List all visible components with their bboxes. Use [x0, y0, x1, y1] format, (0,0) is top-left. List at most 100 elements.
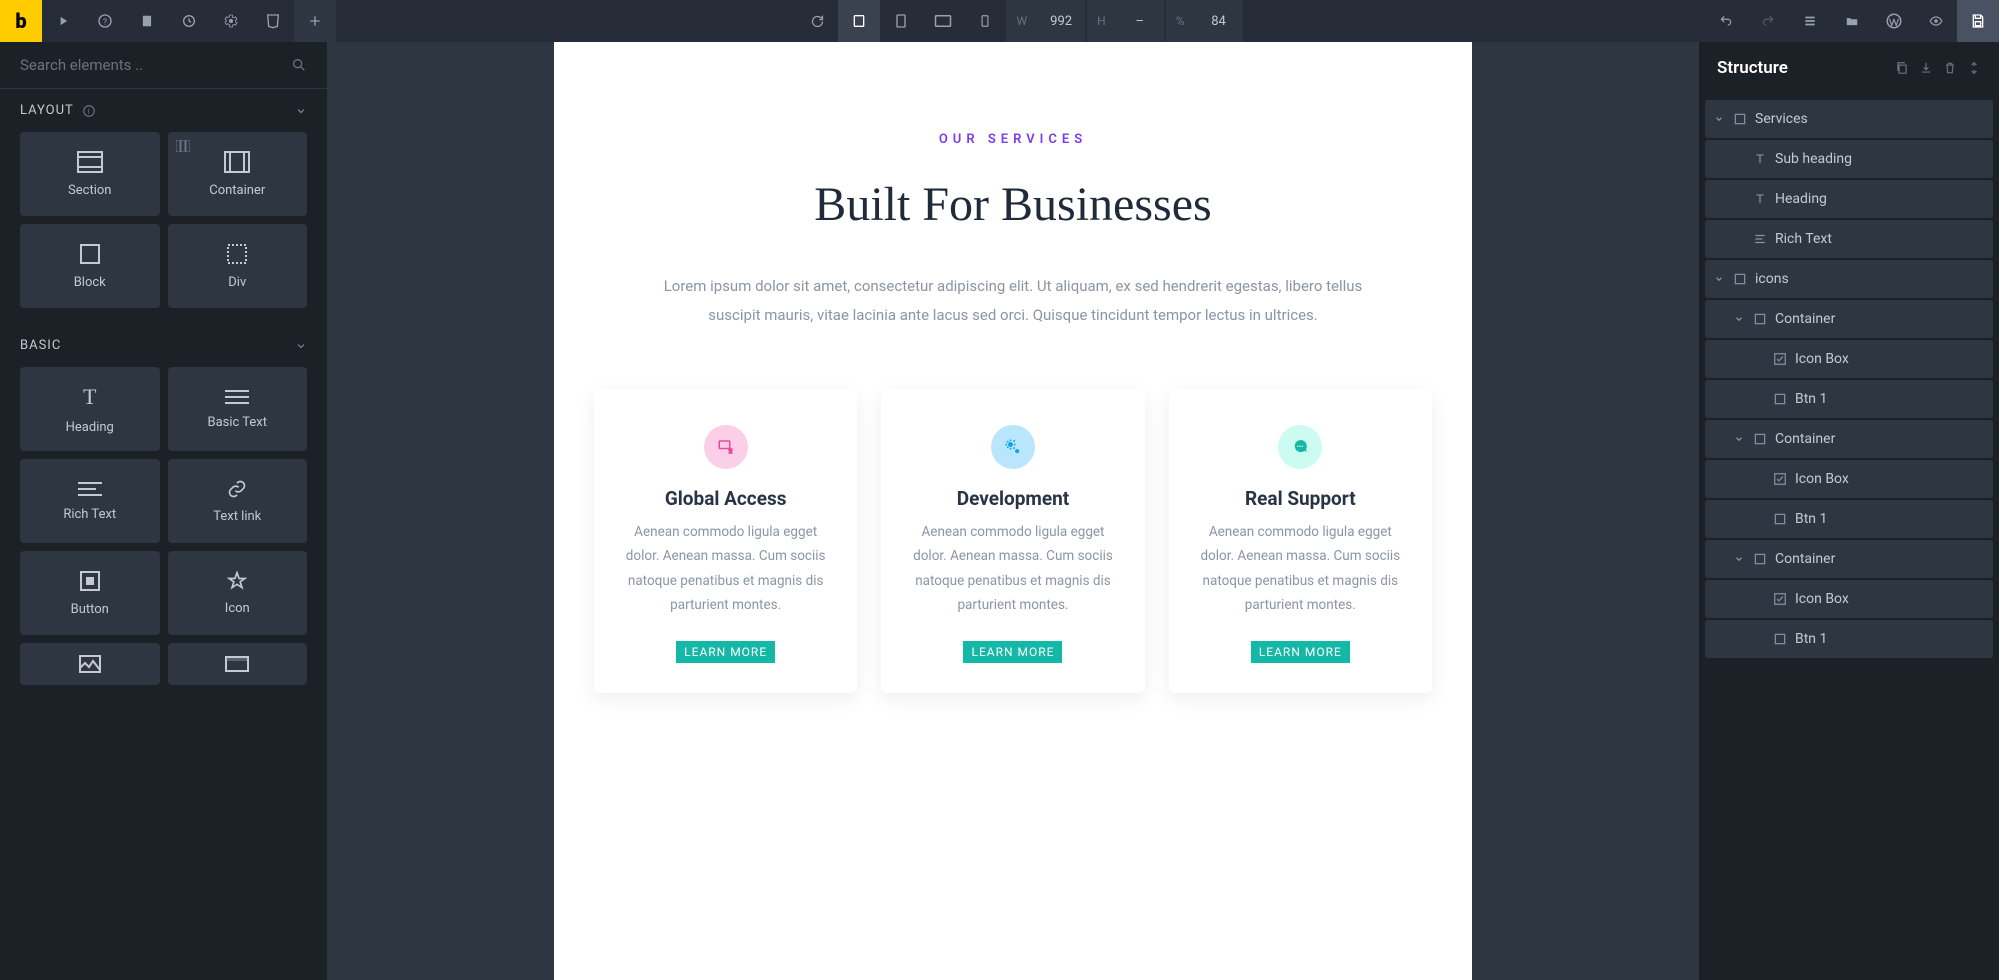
element-div[interactable]: Div [168, 224, 308, 308]
tree-node[interactable]: Rich Text [1705, 220, 1993, 258]
toggle-icon[interactable] [1731, 554, 1747, 564]
wordpress-button[interactable] [1873, 0, 1915, 42]
reload-button[interactable] [796, 0, 838, 42]
add-element-button[interactable] [294, 0, 336, 42]
element-block[interactable]: Block [20, 224, 160, 308]
link-icon [227, 479, 247, 499]
download-icon[interactable] [1919, 61, 1933, 75]
preview-button[interactable] [1915, 0, 1957, 42]
toggle-icon[interactable] [1711, 274, 1727, 284]
toggle-icon[interactable] [1731, 314, 1747, 324]
text-icon [225, 389, 249, 405]
redo-button[interactable] [1747, 0, 1789, 42]
node-label: icons [1755, 271, 1789, 287]
viewport-mobile[interactable] [964, 0, 1006, 42]
width-value[interactable]: 992 [1037, 0, 1085, 42]
play-button[interactable] [42, 0, 84, 42]
learn-more-button[interactable]: LEARN MORE [963, 641, 1062, 663]
eyebrow[interactable]: OUR SERVICES [594, 132, 1432, 147]
card-development[interactable]: Development Aenean commodo ligula egget … [881, 389, 1144, 693]
toggle-icon[interactable] [1731, 434, 1747, 444]
node-label: Btn 1 [1795, 631, 1827, 647]
tree-node[interactable]: Btn 1 [1705, 620, 1993, 658]
card-text: Aenean commodo ligula egget dolor. Aenea… [1195, 520, 1406, 617]
element-text-link[interactable]: Text link [168, 459, 308, 543]
category-basic[interactable]: BASIC [0, 324, 327, 367]
list-button[interactable] [1789, 0, 1831, 42]
node-label: Container [1775, 431, 1835, 447]
tree-node[interactable]: Icon Box [1705, 460, 1993, 498]
element-heading[interactable]: T Heading [20, 367, 160, 451]
category-label: LAYOUT [20, 103, 74, 118]
element-video[interactable] [168, 643, 308, 685]
expand-icon[interactable] [1967, 61, 1981, 75]
node-label: Btn 1 [1795, 511, 1827, 527]
hero-heading[interactable]: Built For Businesses [594, 177, 1432, 232]
undo-button[interactable] [1705, 0, 1747, 42]
node-type-icon [1729, 112, 1751, 126]
element-basic-text[interactable]: Basic Text [168, 367, 308, 451]
node-label: Btn 1 [1795, 391, 1827, 407]
element-container[interactable]: Container [168, 132, 308, 216]
div-icon [226, 243, 248, 265]
hero-paragraph[interactable]: Lorem ipsum dolor sit amet, consectetur … [643, 272, 1383, 329]
folder-button[interactable] [1831, 0, 1873, 42]
video-icon [225, 656, 249, 672]
gears-icon [991, 425, 1035, 469]
tree-node[interactable]: Services [1705, 100, 1993, 138]
copy-icon[interactable] [1895, 61, 1909, 75]
card-text: Aenean commodo ligula egget dolor. Aenea… [907, 520, 1118, 617]
tree-node[interactable]: Sub heading [1705, 140, 1993, 178]
history-button[interactable] [168, 0, 210, 42]
card-global-access[interactable]: Global Access Aenean commodo ligula egge… [594, 389, 857, 693]
search-input[interactable] [20, 56, 291, 74]
element-button[interactable]: Button [20, 551, 160, 635]
viewport-desktop[interactable] [838, 0, 880, 42]
canvas[interactable]: OUR SERVICES Built For Businesses Lorem … [327, 42, 1699, 980]
pages-button[interactable] [126, 0, 168, 42]
node-type-icon [1749, 432, 1771, 446]
height-value[interactable]: – [1116, 0, 1164, 42]
card-title: Real Support [1195, 487, 1406, 510]
tree-node[interactable]: icons [1705, 260, 1993, 298]
settings-button[interactable] [210, 0, 252, 42]
zoom-value[interactable]: 84 [1195, 0, 1243, 42]
logo[interactable]: b [0, 0, 42, 42]
toggle-icon[interactable] [1711, 114, 1727, 124]
node-label: Icon Box [1795, 591, 1849, 607]
css-button[interactable] [252, 0, 294, 42]
category-layout[interactable]: LAYOUT i [0, 89, 327, 132]
tree-node[interactable]: Btn 1 [1705, 500, 1993, 538]
node-type-icon [1749, 192, 1771, 206]
trash-icon[interactable] [1943, 61, 1957, 75]
card-real-support[interactable]: Real Support Aenean commodo ligula egget… [1169, 389, 1432, 693]
element-rich-text[interactable]: Rich Text [20, 459, 160, 543]
structure-tree: ServicesSub headingHeadingRich Text icons… [1699, 94, 1999, 666]
node-type-icon [1769, 352, 1791, 366]
element-section[interactable]: Section [20, 132, 160, 216]
tree-node[interactable]: Btn 1 [1705, 380, 1993, 418]
node-type-icon [1749, 312, 1771, 326]
help-button[interactable]: ? [84, 0, 126, 42]
tree-node[interactable]: Container [1705, 420, 1993, 458]
tree-node[interactable]: Container [1705, 540, 1993, 578]
container-icon [224, 151, 250, 173]
element-icon[interactable]: Icon [168, 551, 308, 635]
search-icon [291, 57, 307, 73]
tree-node[interactable]: Container [1705, 300, 1993, 338]
columns-icon [176, 140, 190, 152]
learn-more-button[interactable]: LEARN MORE [1251, 641, 1350, 663]
element-image[interactable] [20, 643, 160, 685]
tree-node[interactable]: Heading [1705, 180, 1993, 218]
tree-node[interactable]: Icon Box [1705, 340, 1993, 378]
save-button[interactable] [1957, 0, 1999, 42]
viewport-tablet-landscape[interactable] [922, 0, 964, 42]
topbar: b ? W 992 H – % 84 [0, 0, 1999, 42]
learn-more-button[interactable]: LEARN MORE [676, 641, 775, 663]
card-title: Global Access [620, 487, 831, 510]
info-icon: i [82, 104, 96, 118]
viewport-tablet-portrait[interactable] [880, 0, 922, 42]
node-type-icon [1749, 152, 1771, 166]
tree-node[interactable]: Icon Box [1705, 580, 1993, 618]
category-label: BASIC [20, 338, 61, 353]
